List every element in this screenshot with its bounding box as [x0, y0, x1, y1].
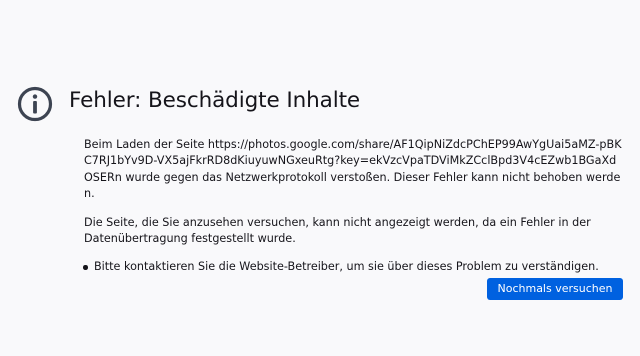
hint-list: Bitte kontaktieren Sie die Website-Betre… — [83, 259, 622, 275]
retry-button[interactable]: Nochmals versuchen — [487, 278, 623, 300]
error-explanation: Die Seite, die Sie anzusehen versuchen, … — [84, 215, 591, 246]
error-page: Fehler: Beschädigte Inhalte Beim Laden d… — [0, 0, 640, 356]
info-circle-icon — [17, 86, 53, 122]
error-description: Beim Laden der Seite https://photos.goog… — [84, 138, 622, 201]
error-content: Beim Laden der Seite https://photos.goog… — [83, 137, 622, 276]
page-title: Fehler: Beschädigte Inhalte — [69, 88, 361, 113]
list-item: Bitte kontaktieren Sie die Website-Betre… — [83, 259, 622, 275]
